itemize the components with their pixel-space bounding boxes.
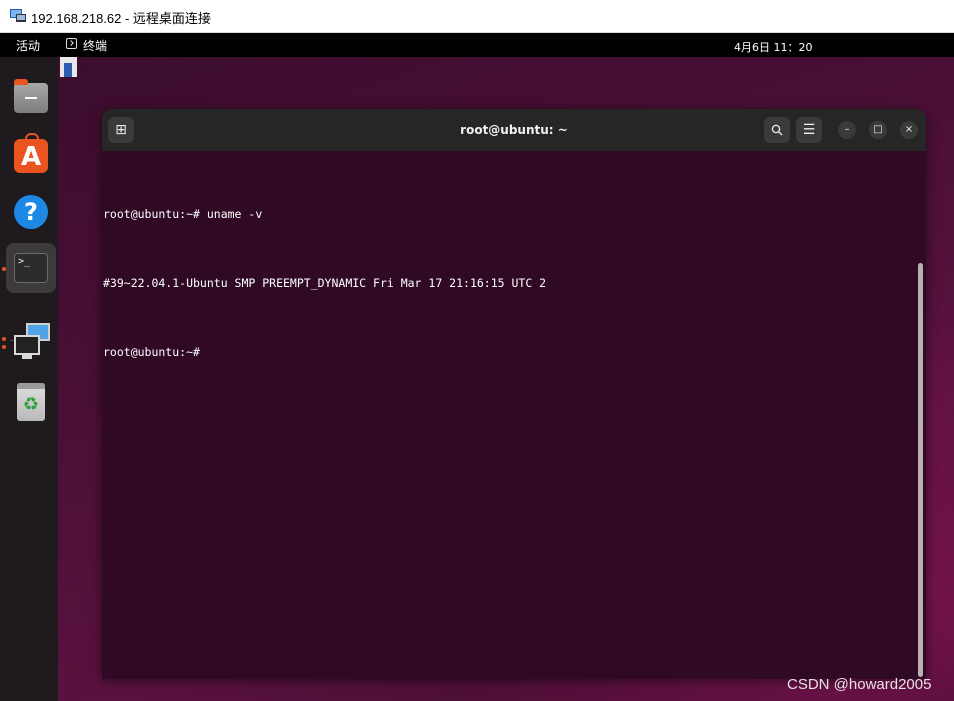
help-icon: ? — [14, 195, 48, 229]
remote-desktop-area: 活动 终端 4月6日 11：20 A ? >_ ♻ root@ubuntu: ~… — [0, 33, 954, 701]
dock-item-trash[interactable]: ♻ — [6, 377, 56, 427]
app-store-icon: A — [14, 133, 48, 173]
dock-item-files[interactable] — [6, 75, 56, 125]
search-icon — [771, 124, 783, 136]
remote-desktop-app-icon — [10, 9, 26, 22]
running-indicator — [2, 267, 6, 271]
app-menu-terminal[interactable]: 终端 — [83, 37, 107, 54]
remote-desktop-icon — [12, 323, 52, 361]
folder-icon — [14, 79, 48, 113]
terminal-icon: >_ — [14, 253, 48, 283]
running-indicator — [2, 337, 6, 341]
clock[interactable]: 4月6日 11：20 — [734, 39, 813, 55]
terminal-line: #39~22.04.1-Ubuntu SMP PREEMPT_DYNAMIC F… — [103, 276, 547, 290]
terminal-small-icon — [66, 38, 77, 49]
minimize-button[interactable]: – — [838, 121, 856, 139]
dock-item-terminal[interactable]: >_ — [6, 243, 56, 293]
trash-icon: ♻ — [17, 383, 45, 421]
activities-button[interactable]: 活动 — [16, 37, 40, 54]
terminal-scrollbar[interactable] — [918, 263, 923, 677]
terminal-output[interactable]: root@ubuntu:~# uname -v #39~22.04.1-Ubun… — [103, 157, 903, 410]
menu-button[interactable]: ☰ — [796, 117, 822, 143]
rdp-title-bar: 192.168.218.62 - 远程桌面连接 — [0, 0, 954, 33]
rdp-window-title: 192.168.218.62 - 远程桌面连接 — [31, 11, 211, 26]
terminal-header-bar: root@ubuntu: ~ ⊞ ☰ – □ × — [102, 109, 926, 151]
running-indicator — [2, 345, 6, 349]
terminal-window: root@ubuntu: ~ ⊞ ☰ – □ × root@ubuntu:~# … — [102, 109, 926, 679]
maximize-button[interactable]: □ — [869, 121, 887, 139]
dock-item-remote-desktop[interactable] — [6, 317, 56, 367]
terminal-line: root@ubuntu:~# — [103, 345, 207, 359]
dock-item-software[interactable]: A — [6, 131, 56, 181]
terminal-line: root@ubuntu:~# uname -v — [103, 207, 263, 221]
dock-item-help[interactable]: ? — [6, 187, 56, 237]
gnome-top-bar: 活动 终端 4月6日 11：20 — [0, 33, 954, 57]
search-button[interactable] — [764, 117, 790, 143]
new-tab-button[interactable]: ⊞ — [108, 117, 134, 143]
close-button[interactable]: × — [900, 121, 918, 139]
desktop-file-icon[interactable] — [60, 57, 77, 77]
dock: A ? >_ ♻ — [0, 57, 58, 701]
watermark: CSDN @howard2005 — [787, 676, 932, 693]
